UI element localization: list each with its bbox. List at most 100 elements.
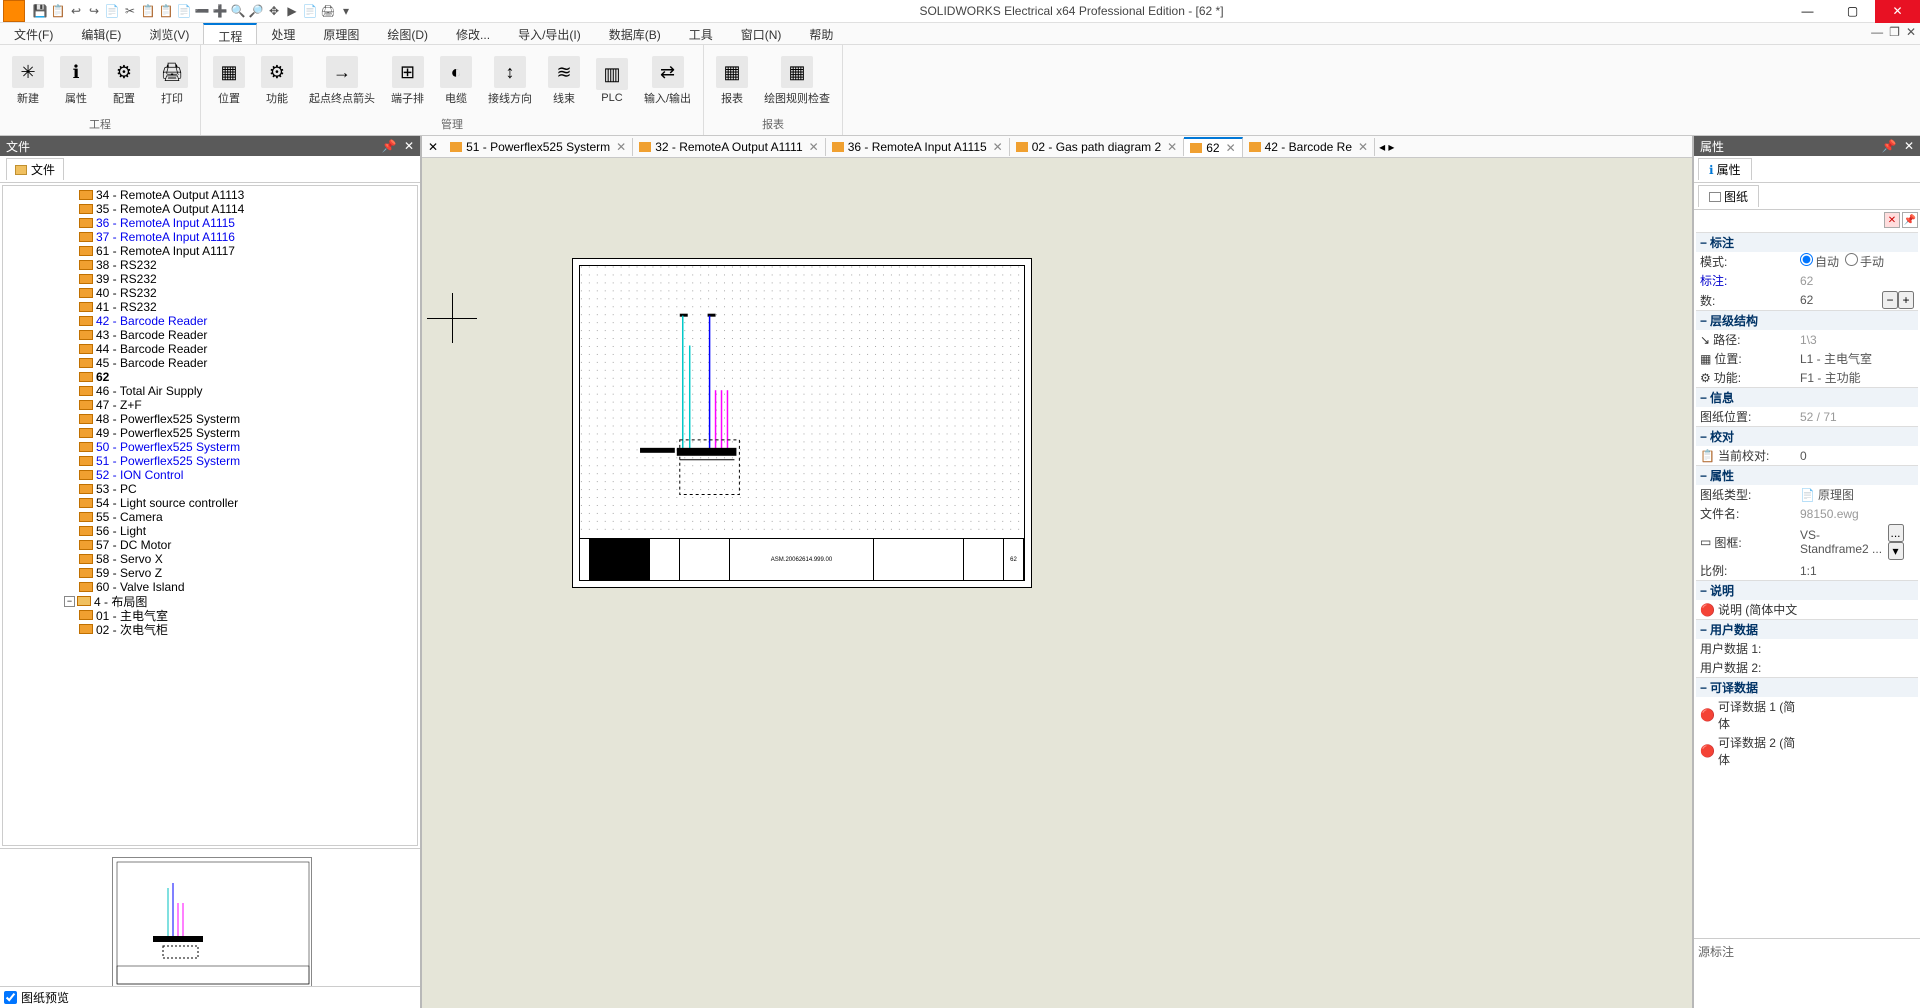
tree-node[interactable]: 41 - RS232 bbox=[5, 300, 415, 314]
prop-row[interactable]: 标注:62 bbox=[1696, 271, 1918, 290]
tab-nav[interactable]: ◂ ▸ bbox=[1375, 140, 1398, 154]
tree-node[interactable]: 62 bbox=[5, 370, 415, 384]
file-tab[interactable]: 文件 bbox=[6, 158, 64, 180]
drawing-subtab[interactable]: 图纸 bbox=[1698, 185, 1759, 207]
qat-button[interactable]: 📄 bbox=[176, 3, 192, 19]
ribbon-button[interactable]: ℹ属性 bbox=[54, 47, 98, 115]
qat-button[interactable]: ▾ bbox=[338, 3, 354, 19]
ribbon-button[interactable]: ▦位置 bbox=[207, 47, 251, 115]
menu-item[interactable]: 浏览(V) bbox=[135, 23, 203, 44]
ribbon-button[interactable]: ≋线束 bbox=[542, 47, 586, 115]
prop-row[interactable]: ▭图框:VS-Standframe2 ... ...▾ bbox=[1696, 523, 1918, 561]
decrement-button[interactable]: − bbox=[1882, 291, 1898, 309]
qat-button[interactable]: 📄 bbox=[104, 3, 120, 19]
qat-button[interactable]: ➖ bbox=[194, 3, 210, 19]
pin-button[interactable]: 📌 bbox=[1902, 212, 1918, 228]
menu-item[interactable]: 工具 bbox=[675, 23, 727, 44]
document-tab[interactable]: 51 - Powerflex525 Systerm✕ bbox=[444, 138, 633, 156]
prop-section-header[interactable]: −信息 bbox=[1696, 388, 1918, 407]
prop-row[interactable]: 📋当前校对:0 bbox=[1696, 446, 1918, 465]
browse-button[interactable]: ... bbox=[1888, 524, 1904, 542]
ribbon-button[interactable]: ↕接线方向 bbox=[482, 47, 538, 115]
radio-input[interactable] bbox=[1845, 253, 1858, 266]
properties-body[interactable]: −标注模式:自动手动标注:62数:62 −+−层级结构↘路径:1\3▦位置:L1… bbox=[1694, 230, 1920, 938]
tree-node[interactable]: 40 - RS232 bbox=[5, 286, 415, 300]
tab-close-all[interactable]: ✕ bbox=[422, 140, 444, 154]
qat-button[interactable]: ✂ bbox=[122, 3, 138, 19]
mdi-close[interactable]: ✕ bbox=[1906, 25, 1916, 39]
menu-item[interactable]: 帮助 bbox=[795, 23, 847, 44]
prop-row[interactable]: 🔴可译数据 1 (简体 bbox=[1696, 697, 1918, 733]
prop-row[interactable]: 模式:自动手动 bbox=[1696, 252, 1918, 271]
mdi-restore[interactable]: ❐ bbox=[1889, 25, 1900, 39]
tree-node[interactable]: 42 - Barcode Reader bbox=[5, 314, 415, 328]
preview-checkbox[interactable] bbox=[4, 991, 17, 1004]
prop-row[interactable]: ⚙功能:F1 - 主功能 bbox=[1696, 368, 1918, 387]
ribbon-button[interactable]: ▦报表 bbox=[710, 47, 754, 115]
ribbon-button[interactable]: 🖨打印 bbox=[150, 47, 194, 115]
qat-button[interactable]: 📋 bbox=[50, 3, 66, 19]
tab-close-icon[interactable]: ✕ bbox=[809, 140, 819, 154]
tree-node[interactable]: 47 - Z+F bbox=[5, 398, 415, 412]
file-tree[interactable]: 34 - RemoteA Output A111335 - RemoteA Ou… bbox=[2, 185, 418, 846]
radio-option[interactable]: 自动 bbox=[1800, 253, 1839, 270]
tree-node[interactable]: 55 - Camera bbox=[5, 510, 415, 524]
tree-node[interactable]: 37 - RemoteA Input A1116 bbox=[5, 230, 415, 244]
qat-button[interactable]: 🖨 bbox=[320, 3, 336, 19]
tree-node[interactable]: 34 - RemoteA Output A1113 bbox=[5, 188, 415, 202]
panel-close-icon[interactable]: ✕ bbox=[404, 139, 414, 153]
qat-button[interactable]: 🔎 bbox=[248, 3, 264, 19]
prop-row[interactable]: 图纸类型:📄原理图 bbox=[1696, 485, 1918, 504]
tree-node[interactable]: 38 - RS232 bbox=[5, 258, 415, 272]
ribbon-button[interactable]: ▥PLC bbox=[590, 47, 634, 115]
maximize-button[interactable]: ▢ bbox=[1830, 0, 1875, 23]
tree-node[interactable]: 60 - Valve Island bbox=[5, 580, 415, 594]
prop-row[interactable]: ▦位置:L1 - 主电气室 bbox=[1696, 349, 1918, 368]
prop-row[interactable]: 比例:1:1 bbox=[1696, 561, 1918, 580]
tree-node[interactable]: 52 - ION Control bbox=[5, 468, 415, 482]
qat-button[interactable]: ➕ bbox=[212, 3, 228, 19]
tree-node[interactable]: 43 - Barcode Reader bbox=[5, 328, 415, 342]
tree-node[interactable]: 02 - 次电气柜 bbox=[5, 622, 415, 636]
qat-button[interactable]: ↪ bbox=[86, 3, 102, 19]
tree-node[interactable]: 58 - Servo X bbox=[5, 552, 415, 566]
ribbon-button[interactable]: ⚙配置 bbox=[102, 47, 146, 115]
document-tab[interactable]: 32 - RemoteA Output A1111✕ bbox=[633, 138, 826, 156]
tab-close-icon[interactable]: ✕ bbox=[993, 140, 1003, 154]
ribbon-button[interactable]: ◐电缆 bbox=[434, 47, 478, 115]
tree-node[interactable]: 45 - Barcode Reader bbox=[5, 356, 415, 370]
dropdown-button[interactable]: ▾ bbox=[1888, 542, 1904, 560]
menu-item[interactable]: 文件(F) bbox=[0, 23, 67, 44]
tree-node[interactable]: 39 - RS232 bbox=[5, 272, 415, 286]
prop-section-header[interactable]: −层级结构 bbox=[1696, 311, 1918, 330]
panel-pin-icon[interactable]: 📌 bbox=[1882, 139, 1897, 153]
radio-option[interactable]: 手动 bbox=[1845, 253, 1884, 270]
prop-section-header[interactable]: −可译数据 bbox=[1696, 678, 1918, 697]
prop-section-header[interactable]: −标注 bbox=[1696, 233, 1918, 252]
prop-row[interactable]: 🔴说明 (简体中文 bbox=[1696, 600, 1918, 619]
tree-node[interactable]: 49 - Powerflex525 Systerm bbox=[5, 426, 415, 440]
minimize-button[interactable]: — bbox=[1785, 0, 1830, 23]
document-tab[interactable]: 62✕ bbox=[1184, 137, 1242, 157]
qat-button[interactable]: ✥ bbox=[266, 3, 282, 19]
document-tab[interactable]: 36 - RemoteA Input A1115✕ bbox=[826, 138, 1010, 156]
delete-button[interactable]: ✕ bbox=[1884, 212, 1900, 228]
prop-section-header[interactable]: −说明 bbox=[1696, 581, 1918, 600]
tree-node[interactable]: 48 - Powerflex525 Systerm bbox=[5, 412, 415, 426]
ribbon-button[interactable]: ▦绘图规则检查 bbox=[758, 47, 836, 115]
qat-button[interactable]: 📄 bbox=[302, 3, 318, 19]
panel-close-icon[interactable]: ✕ bbox=[1904, 139, 1914, 153]
increment-button[interactable]: + bbox=[1898, 291, 1914, 309]
prop-row[interactable]: 文件名:98150.ewg bbox=[1696, 504, 1918, 523]
tree-node[interactable]: 36 - RemoteA Input A1115 bbox=[5, 216, 415, 230]
prop-row[interactable]: 用户数据 2: bbox=[1696, 658, 1918, 677]
document-tab[interactable]: 02 - Gas path diagram 2✕ bbox=[1010, 138, 1184, 156]
mdi-minimize[interactable]: — bbox=[1871, 25, 1883, 39]
menu-item[interactable]: 数据库(B) bbox=[595, 23, 675, 44]
qat-button[interactable]: ▶ bbox=[284, 3, 300, 19]
tree-node[interactable]: 57 - DC Motor bbox=[5, 538, 415, 552]
ribbon-button[interactable]: ⚙功能 bbox=[255, 47, 299, 115]
tree-node[interactable]: 46 - Total Air Supply bbox=[5, 384, 415, 398]
prop-section-header[interactable]: −属性 bbox=[1696, 466, 1918, 485]
close-button[interactable]: ✕ bbox=[1875, 0, 1920, 23]
